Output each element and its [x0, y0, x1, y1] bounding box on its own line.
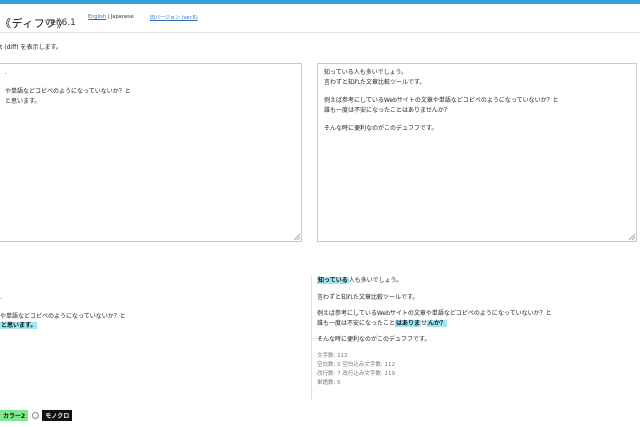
- stat-chars: 文字数: 112: [317, 352, 348, 359]
- right-diff-result: 知っている人も多いでしょう。 言わずと知れた文章比較ツールです。 例えば参考にし…: [317, 276, 637, 388]
- mode-mono-option[interactable]: モノクロ: [42, 410, 73, 421]
- lang-separator: |: [107, 14, 110, 20]
- left-input-line: .: [5, 69, 7, 76]
- left-input-line: [5, 78, 295, 88]
- right-result-paragraph: 知っている人も多いでしょう。: [317, 276, 637, 286]
- right-input-paragraph: 例えば参考にしているWebサイトの文章や単語などコピペのようになっていないか？と…: [324, 97, 559, 114]
- diff-highlight: はありま: [395, 319, 422, 327]
- mode-mono-radio[interactable]: [32, 412, 40, 419]
- right-result-paragraph: そんな時に便利なのがこのデュフフです。: [317, 336, 431, 343]
- mode-color2-option[interactable]: カラー2: [0, 410, 29, 421]
- left-result-line: や単語などコピペのようになっていないか？と: [0, 312, 126, 320]
- header: 《ディフフ》 ver.6.1 English | Japanese 旧バージョン…: [0, 4, 640, 33]
- right-text-input[interactable]: 知っている人も多いでしょう。 言わずと知れた文章比較ツールです。 例えば参考にし…: [317, 63, 637, 242]
- page-description: t (diff) を表示します。: [0, 44, 62, 51]
- right-result-paragraph: 例えば参考にしているWebサイトの文章や単語などコピペのようになっていないか？と…: [317, 309, 637, 328]
- old-version-link[interactable]: 旧バージョン (ver.5): [150, 14, 198, 21]
- resize-handle-icon[interactable]: [629, 234, 635, 240]
- diff-highlight: んか？: [427, 319, 448, 327]
- left-diff-result: . や単語などコピペのようになっていないか？と と思います。: [0, 293, 300, 331]
- left-result-line: .: [0, 294, 2, 301]
- right-result-text: 例えば参考にしているWebサイトの文章や単語などコピペのようになっていないか？と: [317, 310, 552, 317]
- stat-newlines: 改行数: 7 改行込み文字数: 119: [317, 370, 395, 377]
- stat-words: 単語数: 5: [317, 379, 341, 386]
- diff-highlight: 知っている: [317, 277, 349, 284]
- lang-english-link[interactable]: English: [88, 14, 106, 20]
- display-mode-selector: カラー2 モノクロ: [0, 410, 73, 421]
- version-label: ver.6.1: [45, 18, 76, 28]
- result-divider: [311, 276, 312, 400]
- left-input-line: や単語などコピペのようになっていないか？と: [5, 88, 131, 95]
- right-input-paragraph: そんな時に便利なのがこのデュフフです。: [324, 125, 438, 132]
- lang-japanese-link[interactable]: Japanese: [111, 14, 134, 20]
- right-result-text: 誰も一度は不安になったこと: [317, 319, 396, 327]
- stat-spaces: 空白数: 0 空白込み文字数: 112: [317, 361, 395, 368]
- right-result-text: 人も多いでしょう。: [348, 277, 403, 284]
- diff-highlight: と思います。: [0, 322, 38, 329]
- resize-handle-icon[interactable]: [294, 234, 300, 240]
- text-stats: 文字数: 112 空白数: 0 空白込み文字数: 112 改行数: 7 改行込み…: [317, 352, 637, 388]
- left-input-line: と思います。: [5, 97, 41, 105]
- left-text-input[interactable]: . や単語などコピペのようになっていないか？と と思います。: [0, 63, 302, 242]
- language-switcher: English | Japanese: [88, 14, 134, 20]
- right-input-paragraph: 知っている人も多いでしょう。 言わずと知れた文章比較ツールです。: [324, 69, 426, 86]
- right-result-paragraph: 言わずと知れた文章比較ツールです。: [317, 293, 419, 301]
